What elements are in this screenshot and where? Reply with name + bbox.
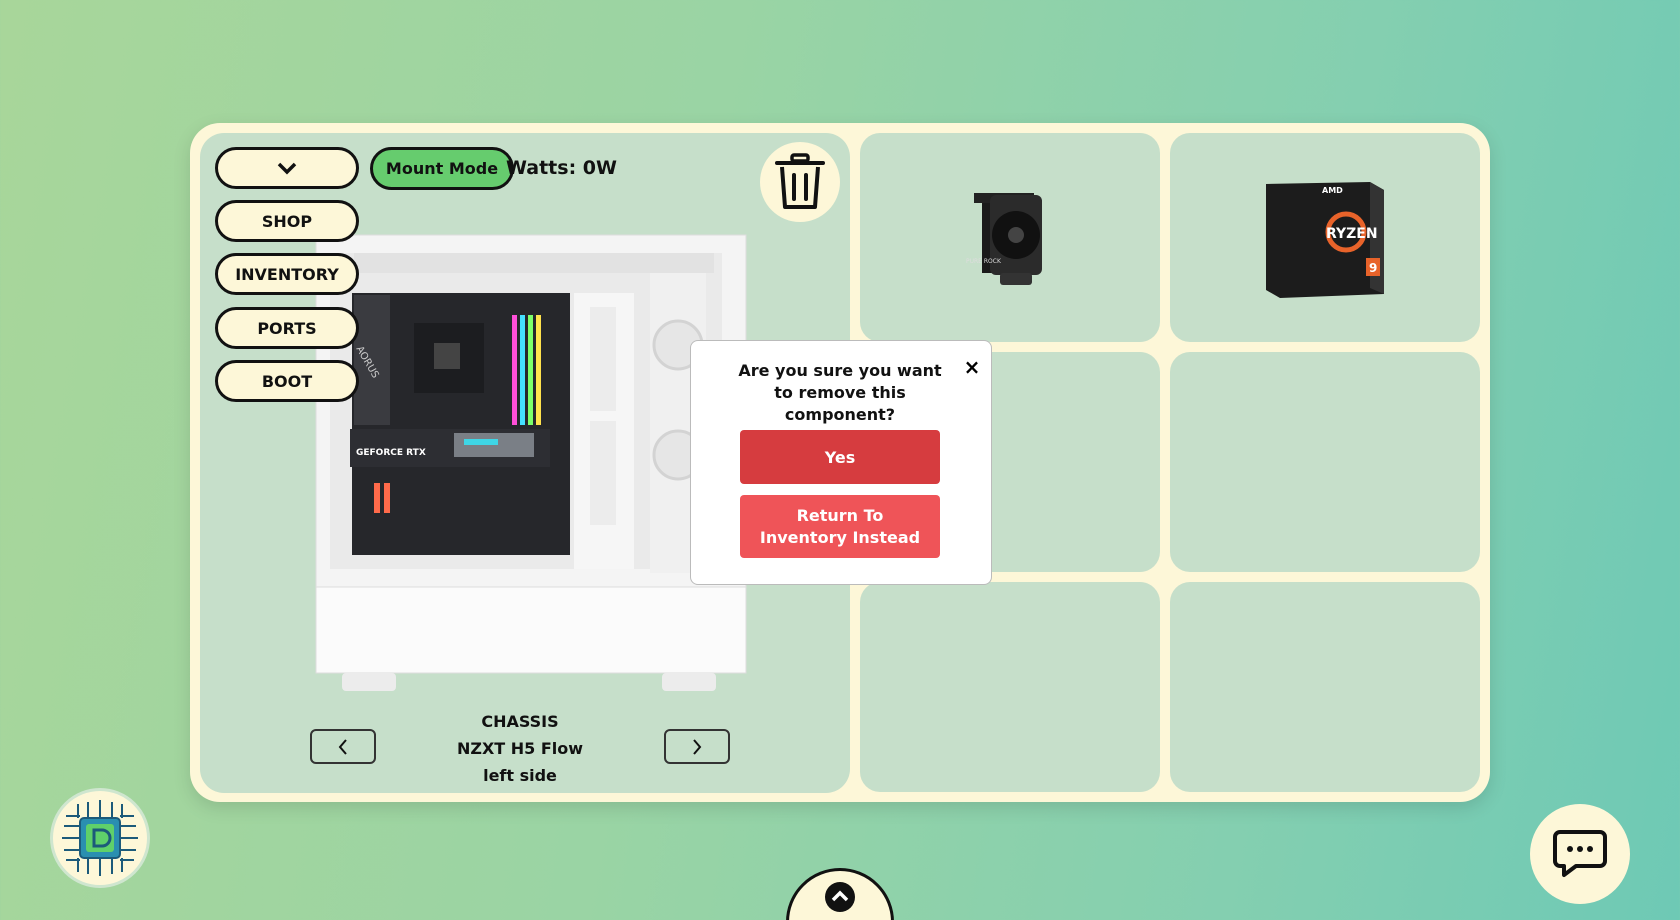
bottom-drawer-toggle[interactable] [786,868,894,920]
chip-icon [62,800,138,876]
return-to-inventory-button[interactable]: Return To Inventory Instead [740,495,940,558]
cooler-label: PURE ROCK [966,258,1002,265]
cpu-brand: AMD [1322,186,1343,195]
trash-button[interactable] [760,142,840,222]
chevron-left-icon [338,738,347,755]
gpu-brand: GEFORCE RTX [356,448,426,458]
inventory-slot-5[interactable] [860,582,1160,792]
component-view: left side [483,766,557,785]
component-caption: CHASSIS NZXT H5 Flow left side [420,708,620,789]
cpu-tier: 9 [1369,261,1377,275]
chat-icon [1553,830,1607,877]
trash-icon [775,153,825,209]
dropdown-toggle-button[interactable] [215,147,359,189]
boot-button[interactable]: BOOT [215,360,359,402]
cpu-box-image: AMD RYZEN 9 [1266,181,1384,298]
yes-button[interactable]: Yes [740,430,940,484]
component-name: NZXT H5 Flow [456,739,584,758]
cpu-cooler-image: PURE ROCK [966,192,1042,285]
app-logo[interactable] [50,788,150,888]
chat-button[interactable] [1530,804,1630,904]
inventory-slot-6[interactable] [1170,582,1480,792]
chassis-image: AORUS GEFORCE RTX [315,234,747,691]
inventory-slot-4[interactable] [1170,352,1480,572]
ports-button[interactable]: PORTS [215,307,359,349]
inventory-slot-2[interactable]: AMD RYZEN 9 [1170,133,1480,342]
next-view-button[interactable] [664,729,730,764]
chevron-up-icon [825,882,855,912]
mount-mode-button[interactable]: Mount Mode [370,147,514,190]
component-category: CHASSIS [481,712,559,731]
prev-view-button[interactable] [310,729,376,764]
chevron-right-icon [693,738,702,755]
shop-button[interactable]: SHOP [215,200,359,242]
dialog-question: Are you sure you want to remove this com… [738,361,942,424]
cpu-name: RYZEN [1326,226,1378,242]
watts-readout: Watts: 0W [506,157,617,179]
inventory-slot-1[interactable]: PURE ROCK [860,133,1160,342]
chevron-down-icon [277,162,297,175]
inventory-button[interactable]: INVENTORY [215,253,359,295]
close-icon[interactable]: × [962,355,982,379]
